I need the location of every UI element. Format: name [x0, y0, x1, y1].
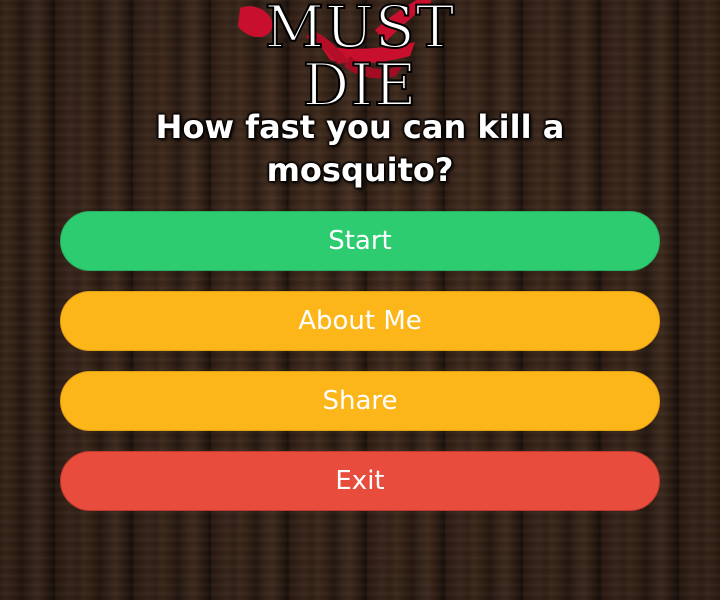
exit-button[interactable]: Exit [60, 451, 660, 511]
about-me-button[interactable]: About Me [60, 291, 660, 351]
share-button[interactable]: Share [60, 371, 660, 431]
game-logo: MUST DIE [200, 0, 520, 115]
headline-line-2: mosquito? [266, 151, 454, 189]
logo-title: MUST DIE [264, 0, 456, 119]
start-button[interactable]: Start [60, 211, 660, 271]
headline-line-1: How fast you can kill a [155, 108, 565, 146]
headline: How fast you can kill a mosquito? [60, 106, 660, 192]
main-menu: Start About Me Share Exit [60, 211, 660, 531]
